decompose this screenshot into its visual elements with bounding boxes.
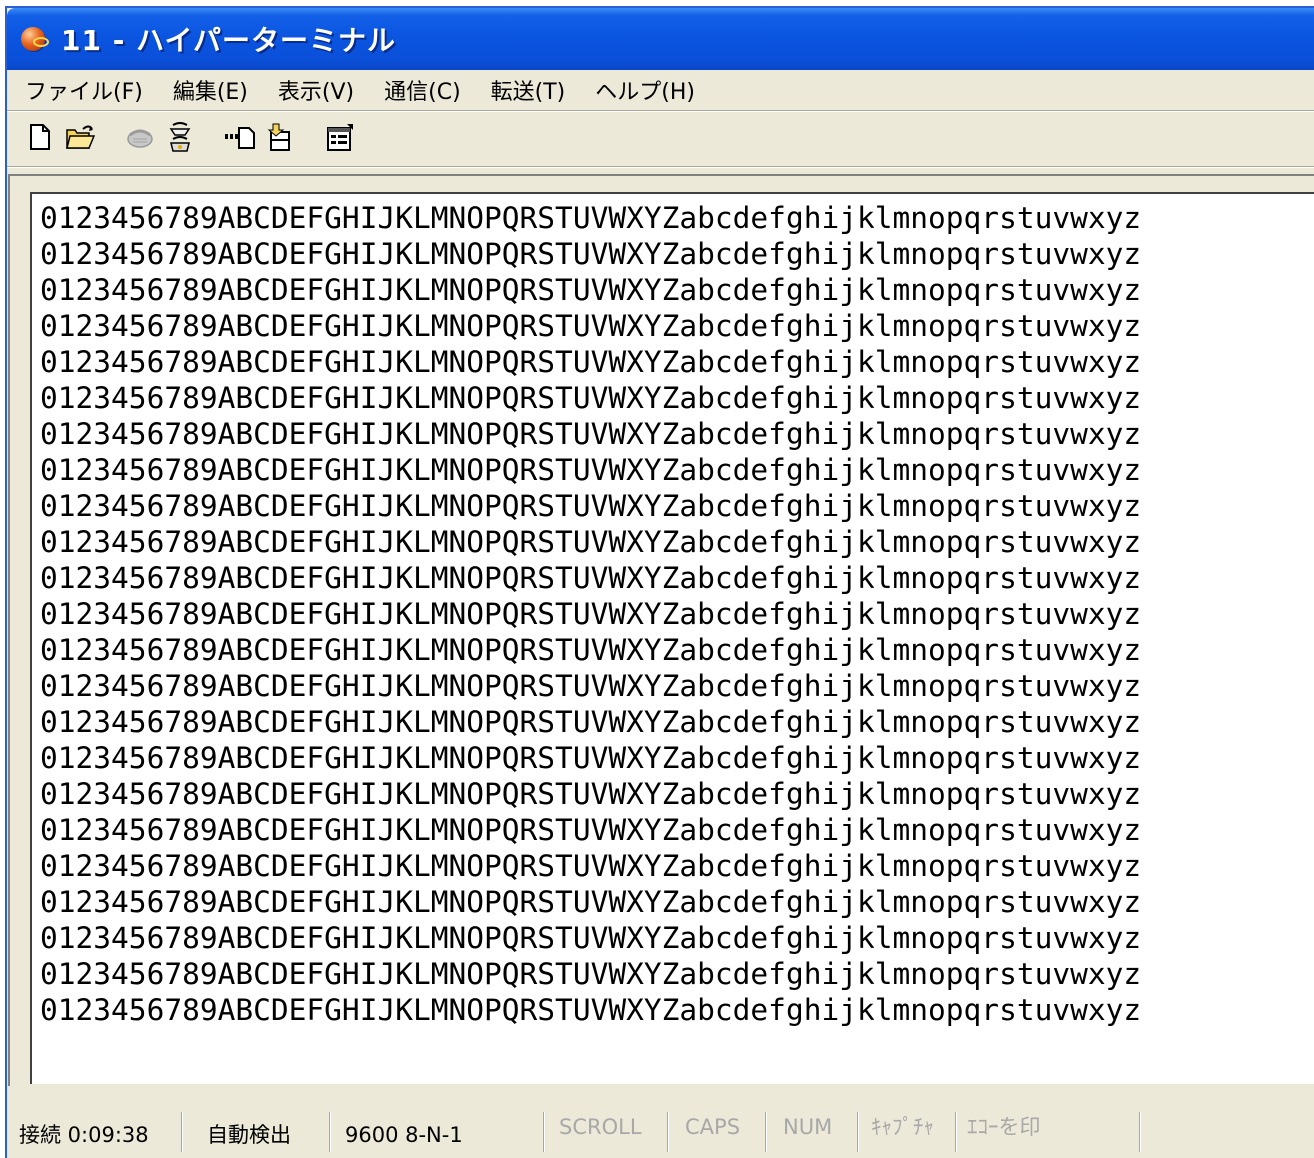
terminal-line: 0123456789ABCDEFGHIJKLMNOPQRSTUVWXYZabcd…: [40, 993, 1142, 1027]
menu-transfer[interactable]: 転送(T): [491, 74, 566, 106]
status-echo-print: ｴｺｰを印: [967, 1115, 1041, 1139]
status-divider: [955, 1112, 957, 1152]
terminal-line: 0123456789ABCDEFGHIJKLMNOPQRSTUVWXYZabcd…: [40, 561, 1142, 595]
status-divider: [329, 1112, 331, 1152]
menu-call[interactable]: 通信(C): [384, 74, 461, 106]
terminal-line: 0123456789ABCDEFGHIJKLMNOPQRSTUVWXYZabcd…: [40, 885, 1142, 919]
status-scroll: SCROLL: [559, 1115, 642, 1139]
status-connection-time: 接続 0:09:38: [19, 1123, 149, 1147]
status-divider: [1139, 1112, 1141, 1152]
terminal-line: 0123456789ABCDEFGHIJKLMNOPQRSTUVWXYZabcd…: [40, 525, 1142, 559]
terminal-output[interactable]: 0123456789ABCDEFGHIJKLMNOPQRSTUVWXYZabcd…: [30, 192, 1314, 1084]
status-auto-detect: 自動検出: [207, 1123, 291, 1147]
status-num: NUM: [783, 1115, 833, 1139]
menu-edit[interactable]: 編集(E): [173, 74, 248, 106]
status-caps: CAPS: [685, 1115, 741, 1139]
terminal-line: 0123456789ABCDEFGHIJKLMNOPQRSTUVWXYZabcd…: [40, 849, 1142, 883]
terminal-line: 0123456789ABCDEFGHIJKLMNOPQRSTUVWXYZabcd…: [40, 597, 1142, 631]
terminal-line: 0123456789ABCDEFGHIJKLMNOPQRSTUVWXYZabcd…: [40, 417, 1142, 451]
terminal-line: 0123456789ABCDEFGHIJKLMNOPQRSTUVWXYZabcd…: [40, 453, 1142, 487]
send-file-icon[interactable]: [223, 120, 257, 154]
terminal-line: 0123456789ABCDEFGHIJKLMNOPQRSTUVWXYZabcd…: [40, 237, 1142, 271]
toolbar: [7, 112, 1314, 162]
status-divider: [765, 1112, 767, 1152]
terminal-line: 0123456789ABCDEFGHIJKLMNOPQRSTUVWXYZabcd…: [40, 201, 1142, 235]
properties-icon[interactable]: [323, 120, 357, 154]
terminal-line: 0123456789ABCDEFGHIJKLMNOPQRSTUVWXYZabcd…: [40, 345, 1142, 379]
terminal-line: 0123456789ABCDEFGHIJKLMNOPQRSTUVWXYZabcd…: [40, 669, 1142, 703]
status-capture: ｷｬﾌﾟﾁｬ: [871, 1115, 934, 1139]
new-connection-icon[interactable]: [23, 120, 57, 154]
menu-file[interactable]: ファイル(F): [25, 74, 143, 106]
terminal-line: 0123456789ABCDEFGHIJKLMNOPQRSTUVWXYZabcd…: [40, 741, 1142, 775]
title-bar[interactable]: 11 - ハイパーターミナル: [7, 8, 1314, 70]
open-folder-icon[interactable]: [63, 120, 97, 154]
menu-bar: ファイル(F) 編集(E) 表示(V) 通信(C) 転送(T) ヘルプ(H): [7, 70, 1314, 110]
receive-file-icon[interactable]: [263, 120, 297, 154]
menu-help[interactable]: ヘルプ(H): [595, 74, 695, 106]
disconnect-icon[interactable]: [163, 120, 197, 154]
status-divider: [181, 1112, 183, 1152]
status-bar: 接続 0:09:38 自動検出 9600 8-N-1 SCROLL CAPS N…: [7, 1106, 1314, 1158]
terminal-line: 0123456789ABCDEFGHIJKLMNOPQRSTUVWXYZabcd…: [40, 777, 1142, 811]
terminal-line: 0123456789ABCDEFGHIJKLMNOPQRSTUVWXYZabcd…: [40, 705, 1142, 739]
status-divider: [857, 1112, 859, 1152]
terminal-lines: 0123456789ABCDEFGHIJKLMNOPQRSTUVWXYZabcd…: [40, 200, 1141, 1028]
status-port-settings: 9600 8-N-1: [345, 1123, 463, 1147]
terminal-line: 0123456789ABCDEFGHIJKLMNOPQRSTUVWXYZabcd…: [40, 273, 1142, 307]
toolbar-bottom-divider: [7, 166, 1314, 168]
hyperterminal-app-icon[interactable]: [19, 23, 51, 55]
status-divider: [543, 1112, 545, 1152]
terminal-line: 0123456789ABCDEFGHIJKLMNOPQRSTUVWXYZabcd…: [40, 633, 1142, 667]
terminal-line: 0123456789ABCDEFGHIJKLMNOPQRSTUVWXYZabcd…: [40, 813, 1142, 847]
menu-view[interactable]: 表示(V): [278, 74, 354, 106]
terminal-line: 0123456789ABCDEFGHIJKLMNOPQRSTUVWXYZabcd…: [40, 489, 1142, 523]
terminal-line: 0123456789ABCDEFGHIJKLMNOPQRSTUVWXYZabcd…: [40, 309, 1142, 343]
terminal-line: 0123456789ABCDEFGHIJKLMNOPQRSTUVWXYZabcd…: [40, 957, 1142, 991]
window-title: 11 - ハイパーターミナル: [61, 24, 396, 57]
terminal-line: 0123456789ABCDEFGHIJKLMNOPQRSTUVWXYZabcd…: [40, 381, 1142, 415]
terminal-line: 0123456789ABCDEFGHIJKLMNOPQRSTUVWXYZabcd…: [40, 921, 1142, 955]
call-icon[interactable]: [123, 120, 157, 154]
status-divider: [667, 1112, 669, 1152]
